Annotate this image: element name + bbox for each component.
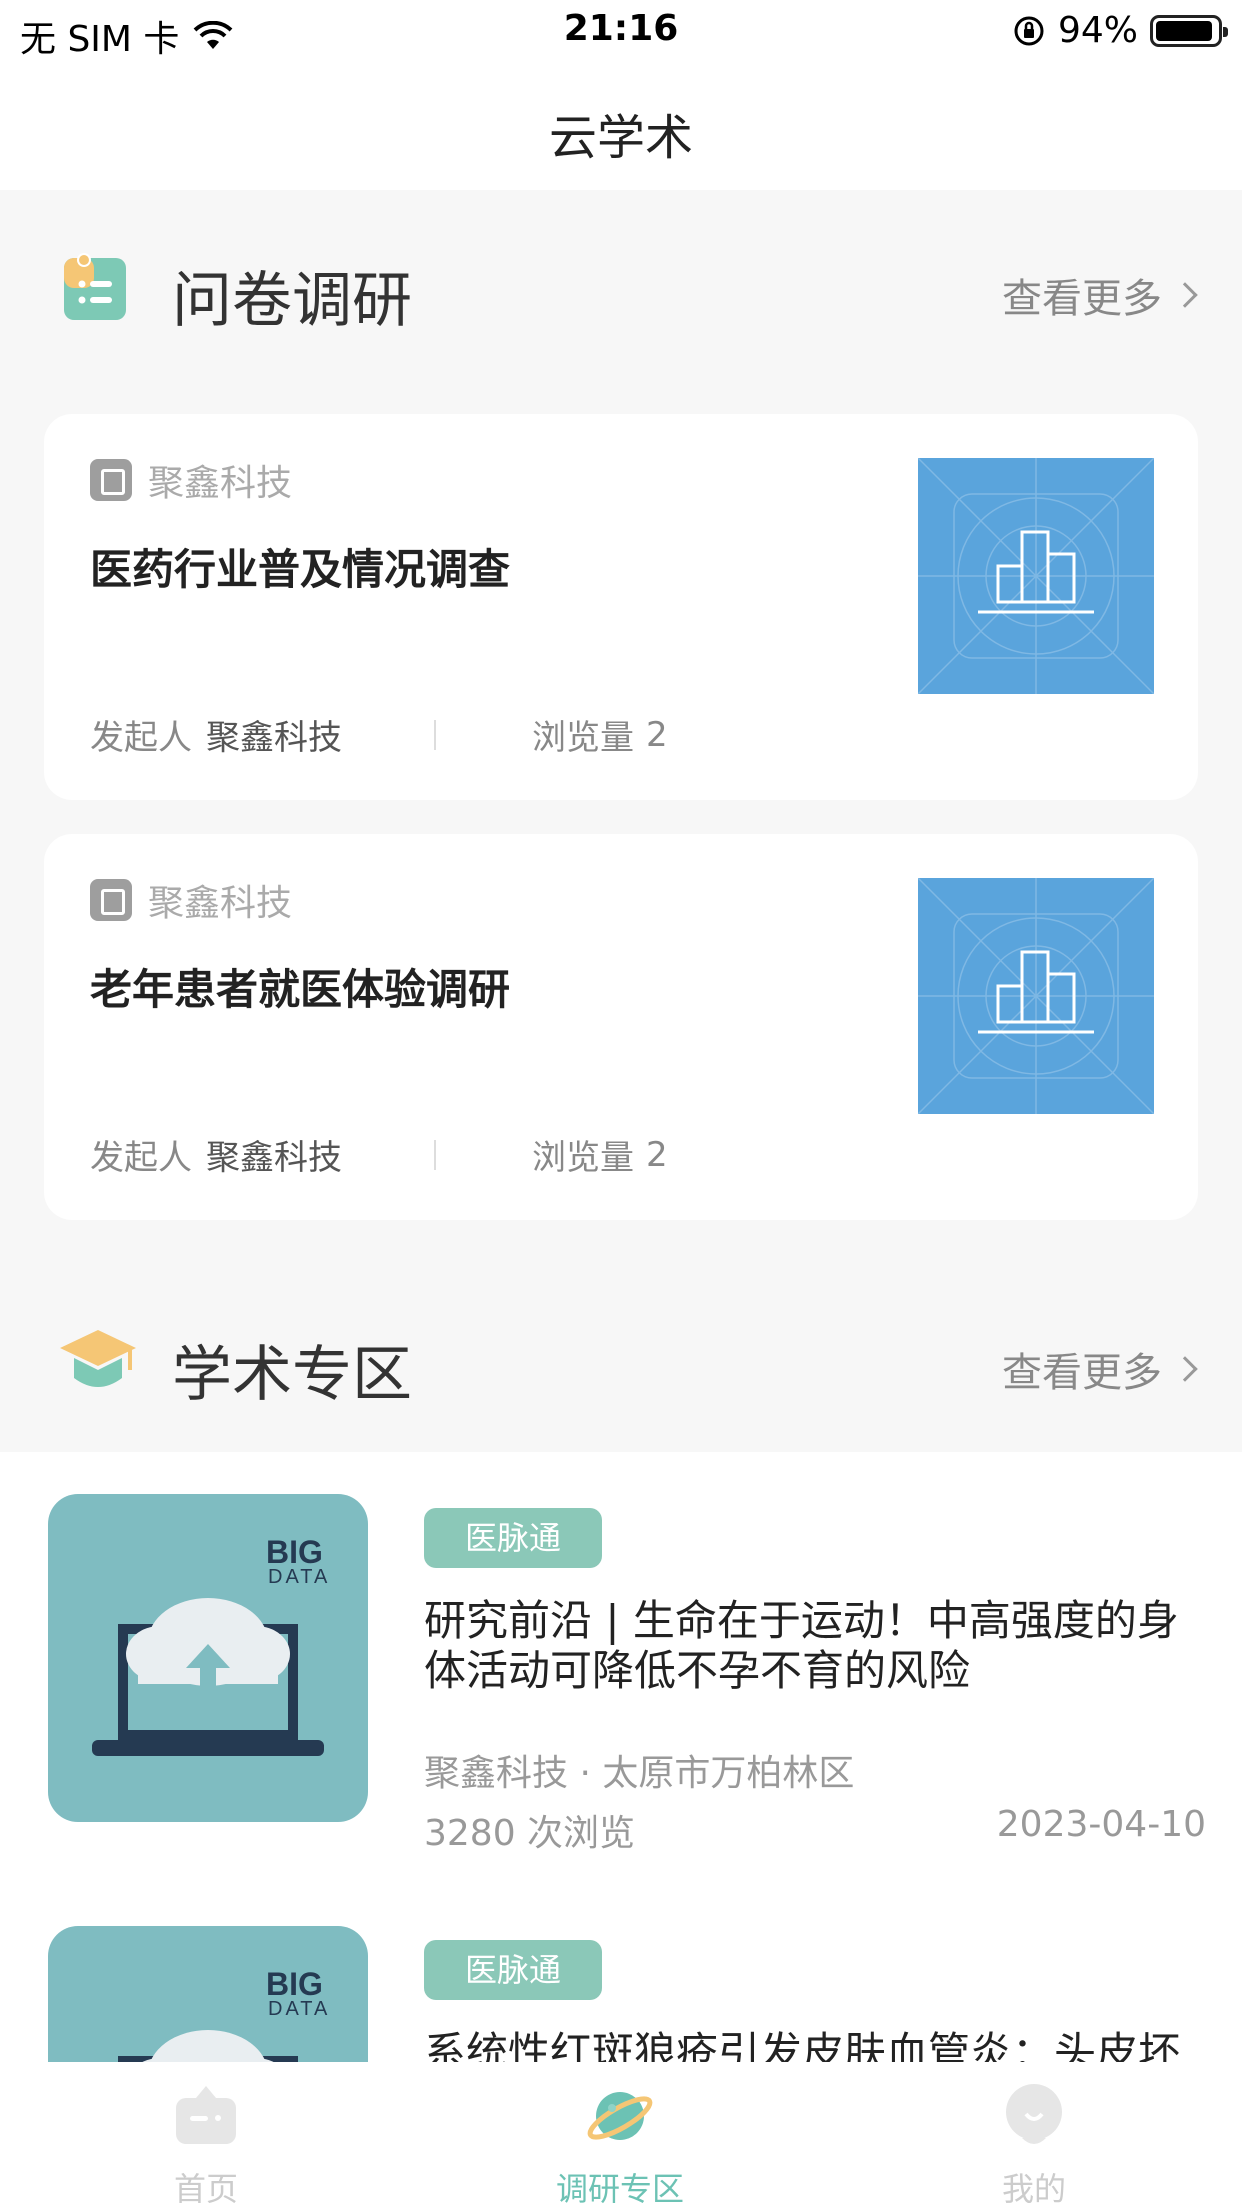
chevron-right-icon [1172,1356,1198,1382]
survey-section-header: 问卷调研 查看更多 [0,226,1242,346]
survey-org-row: 聚鑫科技 [90,874,292,926]
article-item[interactable]: BIG DATA 医脉通 系统性红斑狼疮引发皮肤血管炎：头皮坏 [0,1884,1242,2072]
views-value: 2 [646,1134,668,1175]
survey-card[interactable]: 聚鑫科技 医药行业普及情况调查 发起人 聚鑫科技 浏览量 2 [44,414,1198,800]
survey-org-name: 聚鑫科技 [148,883,293,924]
orientation-lock-icon [1014,16,1044,45]
tab-mine[interactable]: 我的 [914,2062,1154,2208]
graduation-cap-icon [60,1330,136,1387]
page-title: 云学术 [548,110,693,166]
battery-percent: 94% [1057,10,1138,51]
article-thumbnail: BIG DATA [48,1494,368,1822]
org-icon [90,459,132,501]
survey-thumbnail [917,457,1155,695]
tab-home-label: 首页 [173,2170,238,2208]
survey-meta: 发起人 聚鑫科技 浏览量 2 [90,710,668,759]
nav-bar: 云学术 [0,62,1242,190]
article-thumbnail: BIG DATA [48,1926,368,2072]
tab-survey-zone-label: 调研专区 [555,2170,684,2208]
tab-survey-zone[interactable]: 调研专区 [500,2062,740,2208]
survey-org-row: 聚鑫科技 [90,454,292,506]
bar-chart-icon [917,877,1155,1115]
views-value: 2 [646,714,668,755]
initiator-value: 聚鑫科技 [206,718,342,758]
initiator-label: 发起人 [90,718,192,758]
tab-mine-label: 我的 [1001,2170,1066,2208]
initiator-value: 聚鑫科技 [206,1138,342,1178]
survey-more-label: 查看更多 [1002,276,1162,322]
battery-icon [1150,14,1228,47]
chevron-right-icon [1172,282,1198,308]
academic-more-label: 查看更多 [1002,1350,1162,1396]
article-date: 2023-04-10 [996,1804,1206,1845]
views-label: 浏览量 [532,718,634,758]
status-bar: 无 SIM 卡 21:16 94% [0,0,1242,62]
bar-chart-icon [917,457,1155,695]
clipboard-icon [64,253,126,320]
academic-more-link[interactable]: 查看更多 [1002,1340,1198,1398]
survey-thumbnail [917,877,1155,1115]
home-icon [176,2086,236,2144]
article-source: 聚鑫科技 · 太原市万柏林区 [424,1753,855,1794]
survey-more-link[interactable]: 查看更多 [1002,266,1198,324]
article-tag: 医脉通 [424,1508,602,1568]
initiator-label: 发起人 [90,1138,192,1178]
academic-section-title: 学术专区 [172,1340,412,1410]
tab-home[interactable]: 首页 [86,2062,326,2208]
meta-divider [434,1139,436,1170]
thumb-text-data: DATA [268,1998,331,2020]
article-list: BIG DATA 医脉通 研究前沿 | 生命在于运动！中高强度的身体活动可降低不… [0,1452,1242,2072]
article-tag: 医脉通 [424,1940,602,2000]
survey-title: 老年患者就医体验调研 [90,965,511,1014]
planet-icon [587,2092,653,2140]
survey-title: 医药行业普及情况调查 [90,545,511,594]
survey-org-name: 聚鑫科技 [148,463,293,504]
app-screen: 无 SIM 卡 21:16 94% 云学术 问卷调研 查看更多 聚鑫科技 医药行… [0,0,1242,2208]
article-item[interactable]: BIG DATA 医脉通 研究前沿 | 生命在于运动！中高强度的身体活动可降低不… [0,1452,1242,1882]
article-views: 3280 次浏览 [424,1813,636,1854]
survey-meta: 发起人 聚鑫科技 浏览量 2 [90,1130,668,1179]
academic-section-header: 学术专区 查看更多 [0,1300,1242,1420]
org-icon [90,879,132,921]
profile-icon [1006,2084,1062,2144]
views-label: 浏览量 [532,1138,634,1178]
meta-divider [434,719,436,750]
battery-fill [1156,20,1213,41]
survey-section-title: 问卷调研 [172,266,412,336]
survey-card[interactable]: 聚鑫科技 老年患者就医体验调研 发起人 聚鑫科技 浏览量 2 [44,834,1198,1220]
article-title: 研究前沿 | 生命在于运动！中高强度的身体活动可降低不孕不育的风险 [424,1596,1179,1695]
status-right: 94% [1012,10,1228,51]
thumb-text-data: DATA [268,1566,331,1588]
tab-bar: 首页 调研专区 我的 [0,2062,1242,2208]
